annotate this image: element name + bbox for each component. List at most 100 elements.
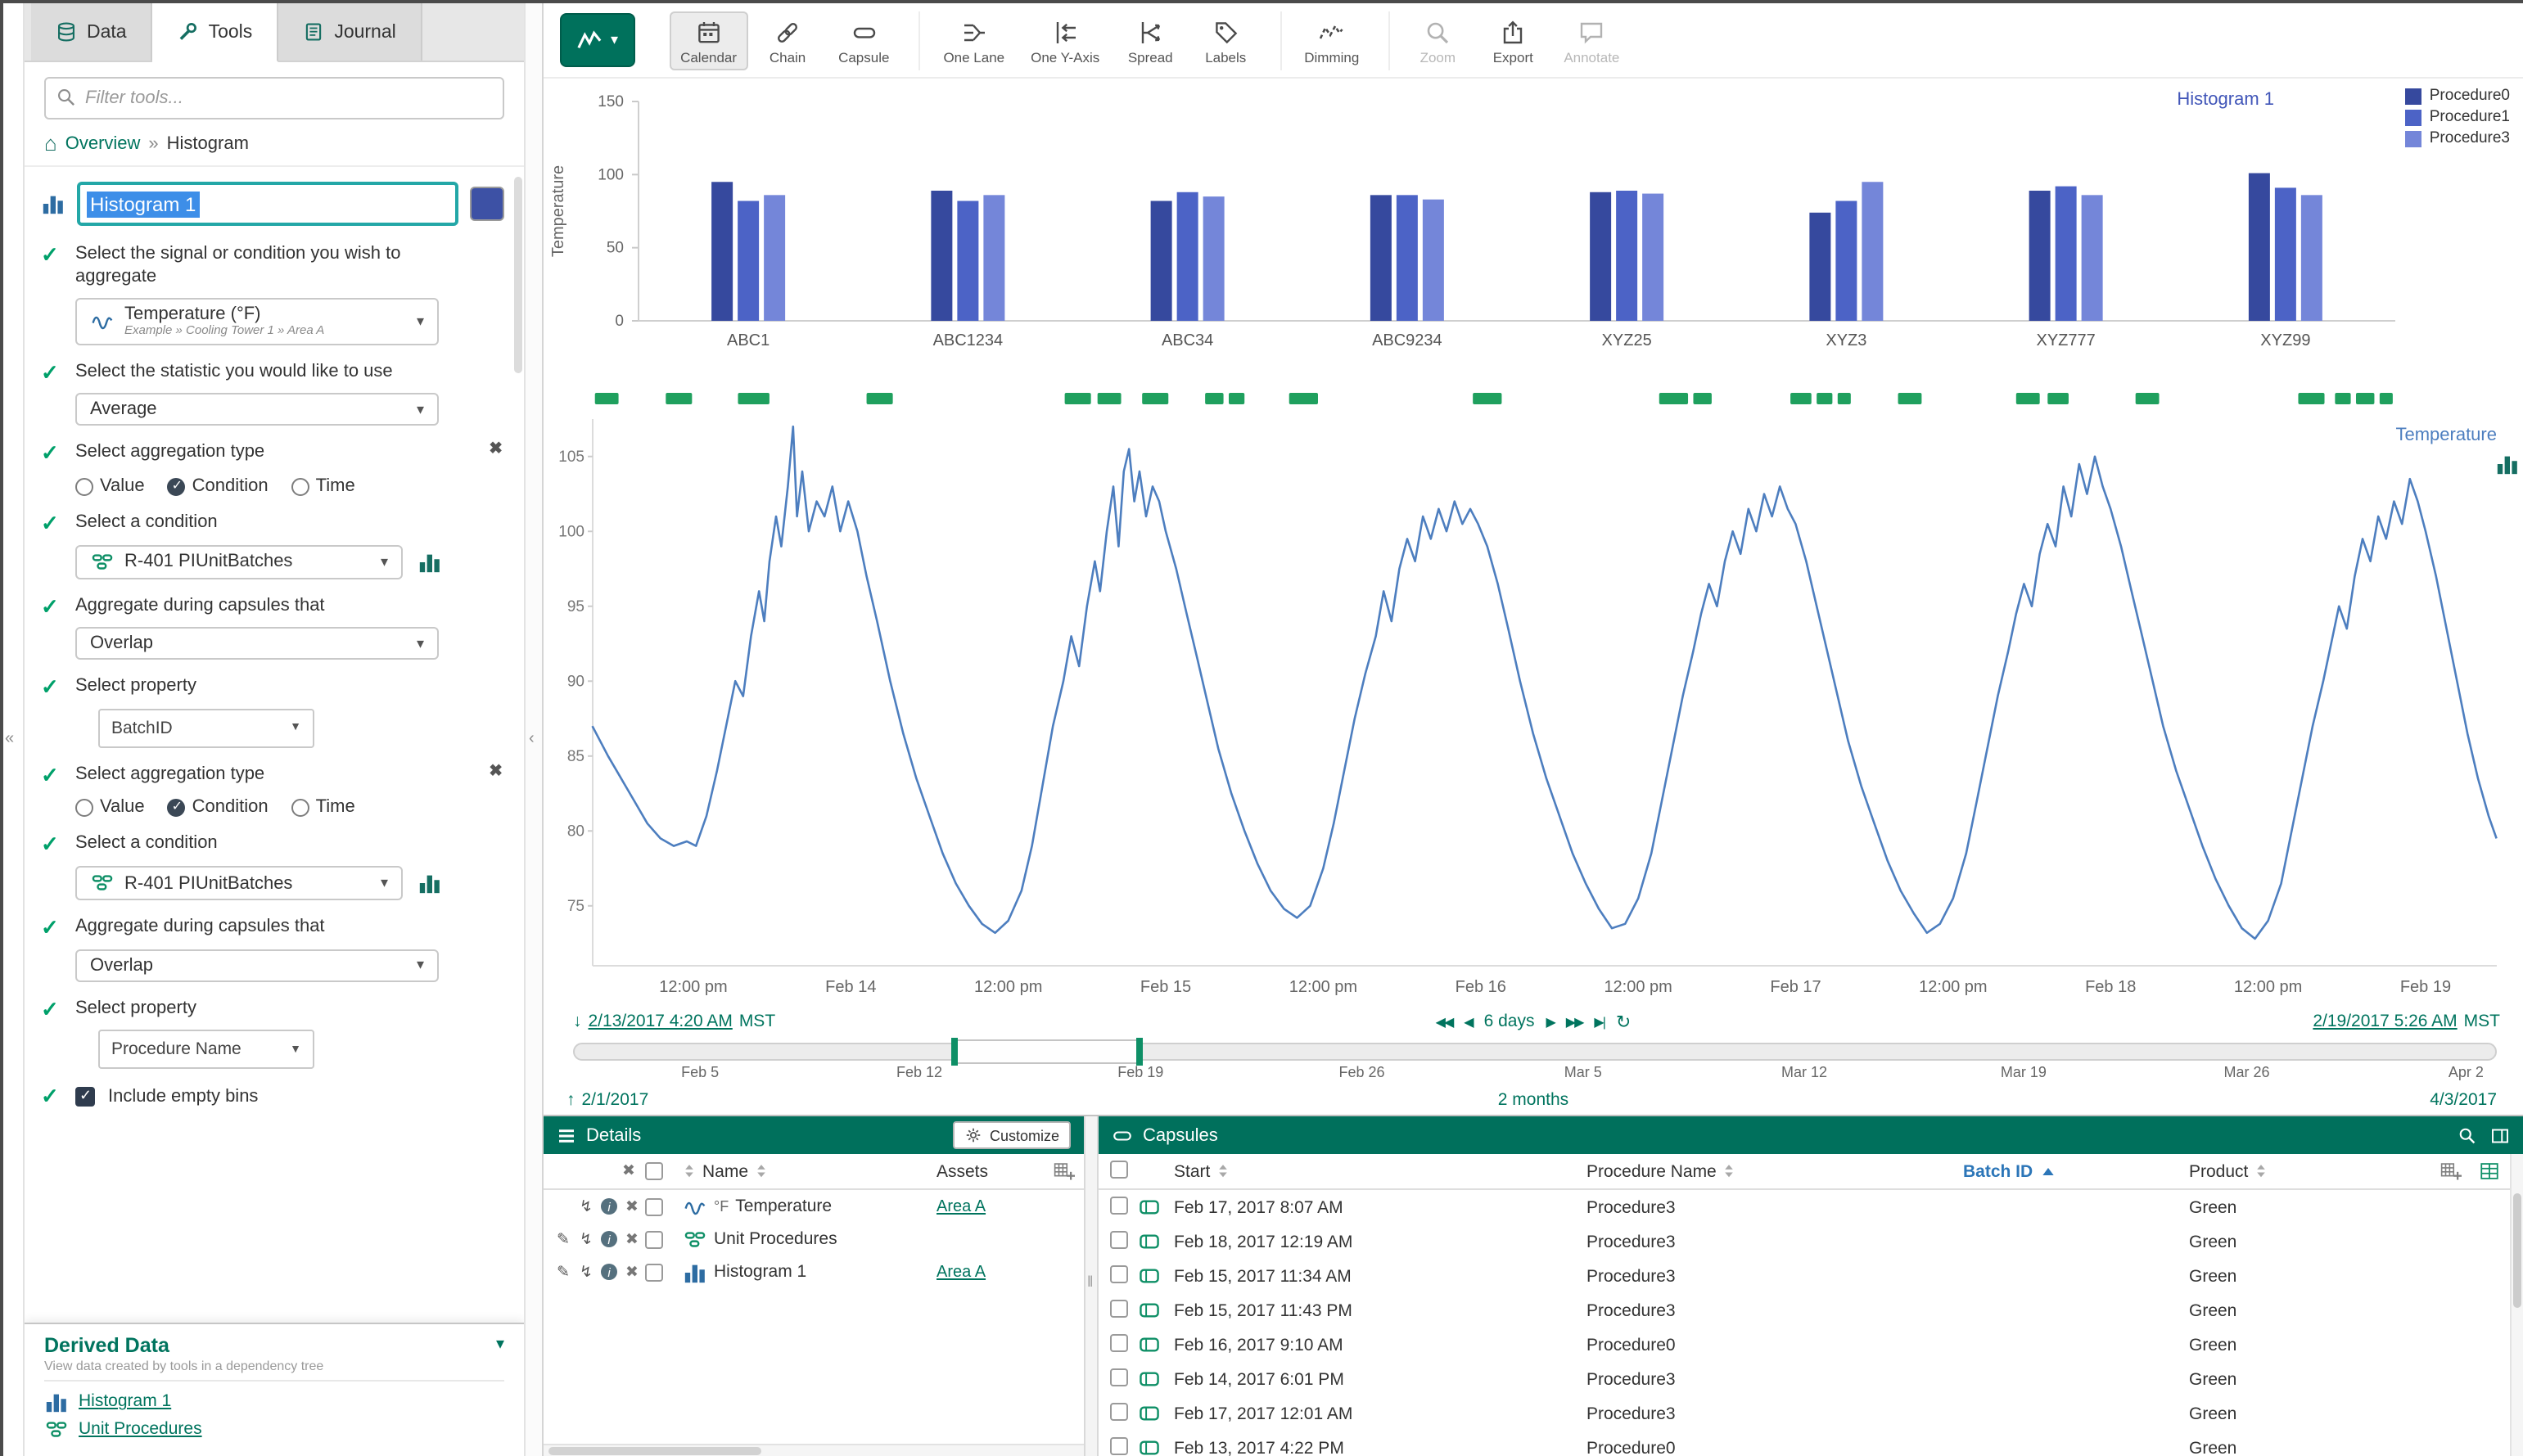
row-checkbox[interactable] (645, 1263, 663, 1281)
table-row[interactable]: ✎ ↯ i ✖ Histogram 1 Area A (544, 1255, 1084, 1288)
signal-select-dropdown[interactable]: Temperature (°F) Example » Cooling Tower… (75, 297, 439, 345)
filter-tools-input[interactable] (44, 77, 504, 119)
row-checkbox[interactable] (1110, 1402, 1128, 1420)
table-row[interactable]: Feb 15, 2017 11:43 PMProcedure3Green (1099, 1293, 2523, 1328)
table-row[interactable]: Feb 17, 2017 12:01 AMProcedure3Green (1099, 1396, 2523, 1431)
condition-chart-icon[interactable] (417, 549, 442, 574)
sort-icon[interactable] (1216, 1162, 1230, 1180)
refresh-icon[interactable]: ↻ (1616, 1011, 1631, 1032)
property-select-2[interactable]: Procedure Name ▼ (98, 1030, 314, 1069)
item-name[interactable]: Temperature (735, 1197, 832, 1216)
capsule-button[interactable]: Capsule (827, 11, 900, 70)
tab-journal[interactable]: Journal (278, 3, 422, 61)
during-dropdown-1[interactable]: Overlap ▾ (75, 627, 439, 660)
labels-button[interactable]: Labels (1189, 11, 1262, 70)
radio-time[interactable]: Time (291, 798, 355, 818)
derive-icon[interactable]: ↯ (578, 1263, 594, 1281)
condition-chart-icon[interactable] (417, 871, 442, 895)
range-slider-track[interactable] (573, 1043, 2497, 1061)
customize-button[interactable]: Customize (954, 1121, 1071, 1149)
calendar-button[interactable]: Calendar (669, 11, 748, 70)
include-empty-bins-checkbox[interactable] (75, 1087, 95, 1107)
step-forward-icon[interactable]: ▶ (1546, 1014, 1554, 1029)
sort-icon[interactable] (1723, 1162, 1736, 1180)
statistic-dropdown[interactable]: Average ▾ (75, 394, 439, 426)
tab-tools[interactable]: Tools (153, 3, 279, 62)
collapse-left-panel-icon[interactable]: « (5, 730, 14, 748)
select-all-checkbox[interactable] (1110, 1160, 1128, 1178)
capsules-scrollbar[interactable] (2510, 1154, 2523, 1456)
derive-icon[interactable]: ↯ (578, 1197, 594, 1215)
histogram-chart[interactable]: Temperature050100150ABC1ABC1234ABC34ABC9… (544, 79, 2523, 390)
table-row[interactable]: Feb 16, 2017 9:10 AMProcedure0Green (1099, 1328, 2523, 1362)
radio-value[interactable]: Value (75, 798, 145, 818)
column-header-product[interactable]: Product (2189, 1161, 2248, 1181)
tool-name-input[interactable]: Histogram 1 (77, 182, 458, 226)
sort-icon[interactable] (755, 1162, 768, 1180)
condition-dropdown-1[interactable]: R-401 PIUnitBatches ▾ (75, 544, 403, 579)
duration-label[interactable]: 6 days (1484, 1012, 1535, 1031)
sidebar-splitter[interactable]: ‹ (524, 3, 544, 1456)
step-forward-fast-icon[interactable]: ▶▶ (1566, 1014, 1583, 1029)
asset-link[interactable]: Area A (937, 1198, 986, 1216)
info-icon[interactable]: i (601, 1264, 617, 1280)
dimming-button[interactable]: Dimming (1293, 11, 1370, 70)
derive-icon[interactable]: ↯ (578, 1230, 594, 1248)
legend-item[interactable]: Procedure1 (2405, 108, 2510, 126)
table-row[interactable]: ✎ ↯ i ✖ °F Temperature Area A (544, 1190, 1084, 1223)
radio-value[interactable]: Value (75, 476, 145, 496)
legend-item[interactable]: Procedure0 (2405, 87, 2510, 105)
remove-section-icon[interactable]: ✖ (489, 763, 503, 781)
sort-icon[interactable] (2254, 1162, 2268, 1180)
sort-asc-icon[interactable] (2039, 1164, 2056, 1179)
collapse-sidebar-icon[interactable]: ‹ (529, 730, 535, 748)
table-row[interactable]: Feb 13, 2017 4:22 PMProcedure0Green (1099, 1431, 2523, 1456)
export-button[interactable]: Export (1477, 11, 1549, 70)
remove-icon[interactable]: ✖ (624, 1197, 640, 1215)
column-header-assets[interactable]: Assets (937, 1161, 1045, 1181)
info-icon[interactable]: i (601, 1198, 617, 1215)
breadcrumb-overview-link[interactable]: Overview (65, 133, 141, 153)
remove-section-icon[interactable]: ✖ (489, 441, 503, 459)
edit-icon[interactable]: ✎ (555, 1263, 571, 1281)
details-horizontal-scrollbar[interactable] (544, 1443, 1084, 1456)
item-name[interactable]: Unit Procedures (714, 1229, 837, 1249)
row-checkbox[interactable] (1110, 1436, 1128, 1454)
row-checkbox[interactable] (1110, 1333, 1128, 1351)
panel-layout-icon[interactable] (2490, 1125, 2510, 1145)
home-icon[interactable]: ⌂ (44, 133, 57, 154)
derived-data-header[interactable]: Derived Data ▾ (44, 1333, 504, 1356)
column-header-batch-id[interactable]: Batch ID (1963, 1161, 2033, 1181)
remove-icon[interactable]: ✖ (624, 1263, 640, 1281)
edit-icon[interactable]: ✎ (555, 1230, 571, 1248)
step-back-fast-icon[interactable]: ◀◀ (1436, 1014, 1453, 1029)
step-back-icon[interactable]: ◀ (1464, 1014, 1472, 1029)
remove-all-icon[interactable]: ✖ (621, 1162, 637, 1180)
radio-condition[interactable]: Condition (168, 798, 269, 818)
column-header-procedure-name[interactable]: Procedure Name (1586, 1161, 1717, 1181)
one-lane-button[interactable]: One Lane (932, 11, 1016, 70)
table-row[interactable]: ✎ ↯ i ✖ Unit Procedures (544, 1223, 1084, 1255)
add-column-icon[interactable] (2440, 1161, 2462, 1182)
row-checkbox[interactable] (1110, 1264, 1128, 1282)
item-name[interactable]: Histogram 1 (714, 1262, 806, 1282)
select-all-checkbox[interactable] (645, 1162, 663, 1180)
table-row[interactable]: Feb 17, 2017 8:07 AMProcedure3Green (1099, 1190, 2523, 1224)
radio-time[interactable]: Time (291, 476, 355, 496)
spread-button[interactable]: Spread (1114, 11, 1186, 70)
row-checkbox[interactable] (1110, 1299, 1128, 1317)
display-mode-button[interactable]: ▾ (560, 13, 634, 67)
panels-splitter[interactable]: ‖ (1084, 1116, 1099, 1456)
radio-condition[interactable]: Condition (168, 476, 269, 496)
column-header-start[interactable]: Start (1174, 1161, 1210, 1181)
table-row[interactable]: Feb 14, 2017 6:01 PMProcedure3Green (1099, 1362, 2523, 1396)
step-to-end-icon[interactable]: ▶| (1594, 1014, 1604, 1029)
column-header-name[interactable]: Name (702, 1161, 748, 1181)
remove-icon[interactable]: ✖ (624, 1230, 640, 1248)
tab-data[interactable]: Data (31, 3, 153, 61)
overview-duration-label[interactable]: 2 months (544, 1090, 2523, 1110)
add-column-icon[interactable] (1053, 1161, 1076, 1182)
sort-icon[interactable] (683, 1162, 696, 1180)
derived-item-link[interactable]: Unit Procedures (79, 1419, 202, 1439)
chain-button[interactable]: Chain (751, 11, 824, 70)
